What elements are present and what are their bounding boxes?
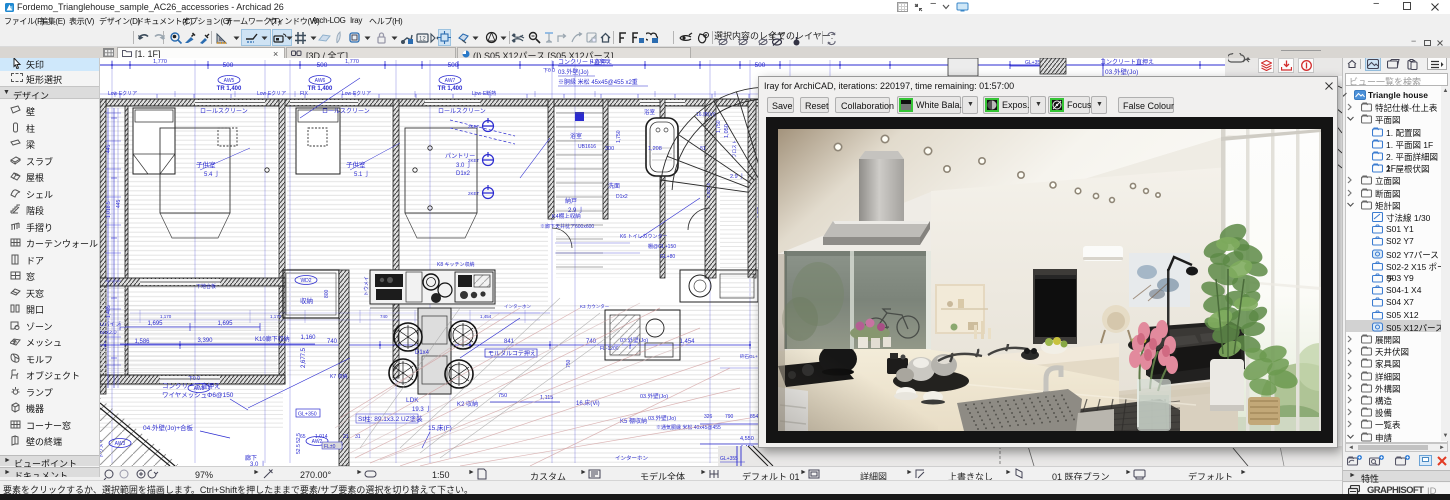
svg-text:ロールスクリーン: ロールスクリーン (438, 108, 486, 115)
svg-text:2.9 亅: 2.9 亅 (568, 207, 584, 214)
svg-text:500: 500 (755, 62, 766, 69)
svg-text:WD2: WD2 (300, 278, 311, 284)
svg-text:棚@GL+150: 棚@GL+150 (648, 243, 676, 250)
svg-text:740: 740 (380, 314, 388, 319)
svg-text:326: 326 (704, 414, 713, 420)
svg-text:300: 300 (605, 146, 614, 152)
svg-text:3,390: 3,390 (197, 338, 213, 344)
svg-text:2KET: 2KET (468, 158, 480, 163)
svg-text:1,770: 1,770 (153, 59, 167, 65)
svg-text:フロスト: フロスト (732, 140, 737, 158)
svg-text:1,170: 1,170 (160, 314, 172, 319)
svg-text:AW5: AW5 (224, 78, 235, 84)
svg-text:浴室: 浴室 (644, 108, 656, 116)
svg-text:03.外壁(Jo): 03.外壁(Jo) (558, 68, 589, 76)
svg-text:GL+350: GL+350 (298, 412, 317, 418)
svg-text:ロールスクリーン: ロールスクリーン (200, 108, 248, 115)
svg-text:800: 800 (324, 289, 330, 298)
svg-text:5.1 亅: 5.1 亅 (354, 171, 370, 178)
svg-text:インターホン: インターホン (615, 454, 649, 462)
svg-text:K3 カウンター: K3 カウンター (580, 303, 610, 310)
svg-text:納戸: 納戸 (565, 197, 577, 205)
svg-text:03.外壁(Jo): 03.外壁(Jo) (640, 392, 668, 400)
svg-text:廊下: 廊下 (245, 454, 257, 462)
svg-text:Low-E断熱: Low-E断熱 (472, 90, 496, 97)
svg-text:K8 キッチン収納: K8 キッチン収納 (437, 261, 475, 268)
svg-text:740: 740 (327, 339, 338, 345)
svg-text:TR 1,400: TR 1,400 (438, 86, 463, 92)
svg-text:2,022.5: 2,022.5 (706, 182, 711, 198)
svg-text:収納: 収納 (300, 296, 313, 305)
svg-text:03.外壁(Jo): 03.外壁(Jo) (1105, 67, 1138, 76)
svg-text:1,695: 1,695 (147, 321, 163, 327)
svg-text:AW6: AW6 (315, 78, 326, 84)
svg-text:790: 790 (725, 414, 734, 420)
svg-text:K6 トイレカウンター: K6 トイレカウンター (620, 233, 668, 240)
svg-text:500: 500 (223, 62, 234, 69)
svg-text:1,695: 1,695 (217, 321, 233, 327)
svg-text:1,050: 1,050 (724, 124, 730, 138)
svg-text:K4棚上収納: K4棚上収納 (552, 212, 581, 220)
svg-text:※廊下天井枕ア600x600: ※廊下天井枕ア600x600 (540, 223, 594, 230)
svg-text:ワイヤメッシュΦ6@150: ワイヤメッシュΦ6@150 (162, 391, 234, 399)
svg-text:FL±0: FL±0 (324, 444, 336, 450)
svg-text:2,677.5: 2,677.5 (301, 347, 307, 368)
svg-text:1,018.5: 1,018.5 (106, 201, 112, 218)
svg-text:21: 21 (343, 434, 349, 440)
svg-text:1,750: 1,750 (716, 120, 722, 133)
svg-text:K7 収納: K7 収納 (330, 373, 348, 380)
svg-text:コンクリート直押え: コンクリート直押え (558, 58, 612, 66)
svg-text:1,170: 1,170 (270, 314, 282, 319)
svg-text:ロールスクリーン: ロールスクリーン (322, 108, 370, 115)
svg-text:1,485: 1,485 (106, 305, 112, 318)
svg-text:K10廊下収納: K10廊下収納 (255, 335, 290, 343)
svg-text:コンクリート直押え: コンクリート直押え (1100, 58, 1154, 66)
svg-text:3.0 亅: 3.0 亅 (456, 162, 472, 169)
svg-text:1,454: 1,454 (480, 314, 492, 319)
svg-text:GL+80: GL+80 (660, 254, 675, 260)
svg-text:K5 棚収納: K5 棚収納 (620, 417, 647, 425)
svg-text:AW3: AW3 (115, 441, 126, 447)
svg-text:子供室: 子供室 (346, 160, 366, 169)
svg-text:1,014: 1,014 (315, 434, 328, 440)
svg-text:500: 500 (317, 62, 328, 69)
svg-text:AW7: AW7 (445, 78, 456, 84)
svg-text:500: 500 (448, 62, 459, 69)
svg-text:445: 445 (106, 144, 112, 153)
svg-text:下地合板: 下地合板 (196, 283, 216, 290)
svg-text:UB1616: UB1616 (578, 144, 596, 150)
svg-text:1,160: 1,160 (300, 335, 316, 341)
svg-text:GL+355: GL+355 (720, 456, 738, 462)
svg-text:トウメイ: トウメイ (363, 276, 370, 296)
svg-text:1,750: 1,750 (616, 130, 622, 143)
svg-text:03.外壁(Jo): 03.外壁(Jo) (648, 414, 676, 422)
svg-text:下θ 0: 下θ 0 (543, 68, 555, 74)
svg-text:インターホン: インターホン (504, 303, 531, 310)
svg-text:1,208: 1,208 (648, 146, 662, 152)
svg-text:浴室: 浴室 (570, 132, 582, 140)
svg-text:19.3 亅: 19.3 亅 (412, 406, 431, 413)
svg-text:D1x2: D1x2 (616, 194, 628, 200)
svg-text:D1x4: D1x4 (415, 350, 430, 356)
svg-text:※胴縁 米松 45x45@455 x2重: ※胴縁 米松 45x45@455 x2重 (558, 78, 638, 86)
svg-text:コンクリート直押え: コンクリート直押え (162, 381, 221, 390)
svg-text:1,115: 1,115 (540, 395, 553, 401)
svg-text:K2 収納: K2 収納 (457, 400, 478, 408)
svg-text:2KET: 2KET (468, 191, 480, 196)
svg-text:750: 750 (498, 393, 507, 399)
svg-text:D1x2: D1x2 (456, 171, 471, 177)
svg-text:洗面: 洗面 (608, 182, 620, 190)
svg-text:TR 1,400: TR 1,400 (308, 86, 333, 92)
svg-text:12: 12 (419, 37, 426, 43)
svg-text:1,770: 1,770 (345, 59, 359, 65)
svg-text:TR 1,400: TR 1,400 (217, 86, 242, 92)
svg-text:04.外壁(Jo)+合板: 04.外壁(Jo)+合板 (143, 423, 194, 432)
svg-text:※通気胴縁 米松 40x45@455: ※通気胴縁 米松 40x45@455 (656, 424, 721, 431)
svg-text:4,550: 4,550 (740, 436, 754, 442)
svg-text:5.4 亅: 5.4 亅 (204, 171, 220, 178)
svg-text:65: 65 (300, 434, 306, 440)
svg-text:445: 445 (116, 199, 122, 208)
svg-text:下θ 0: 下θ 0 (188, 376, 200, 382)
